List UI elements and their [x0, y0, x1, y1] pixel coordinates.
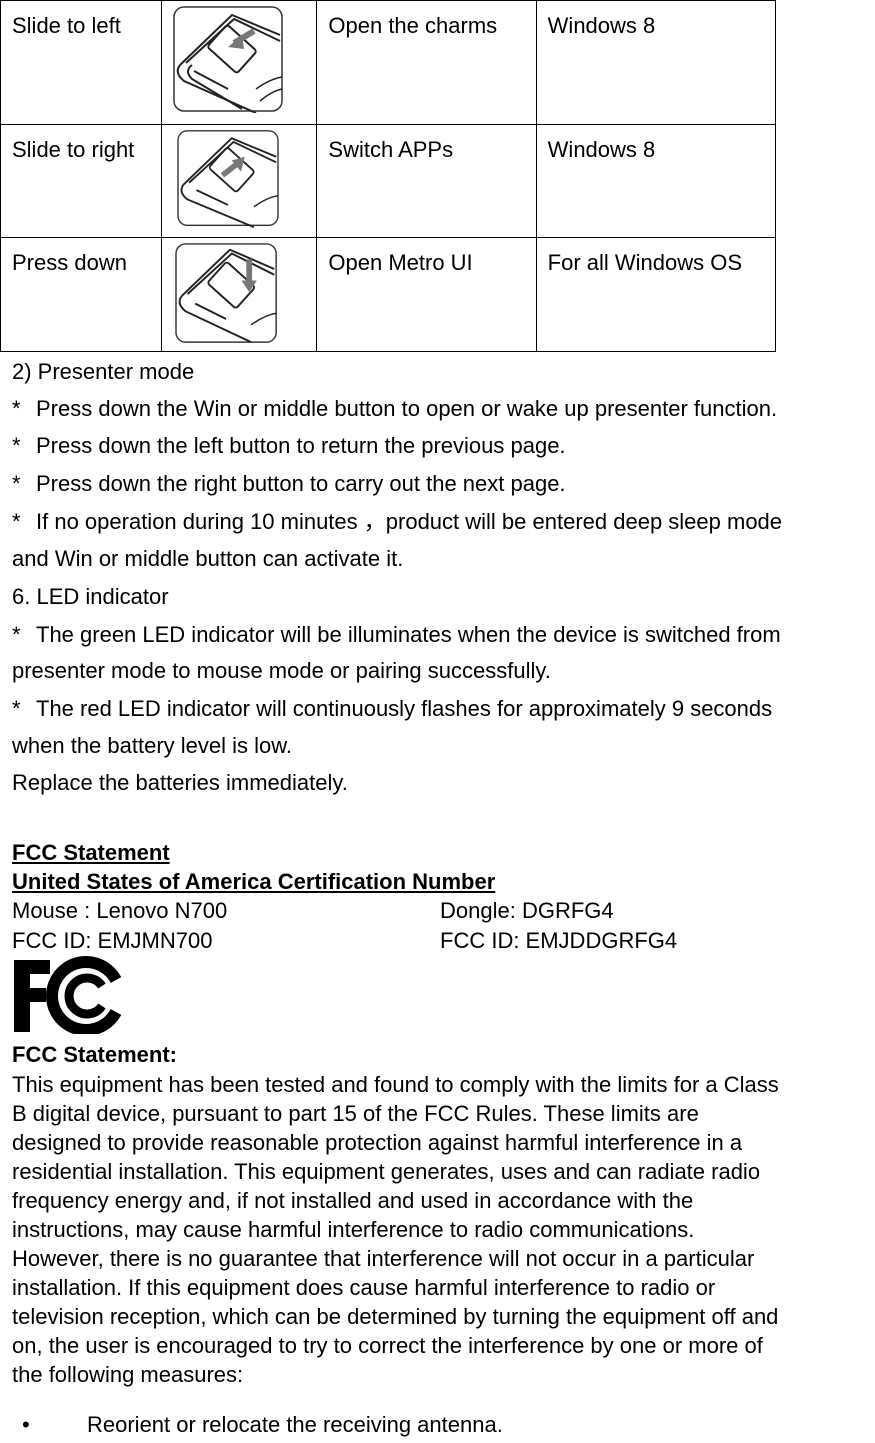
measure-item: Reorient or relocate the receiving anten…	[87, 1412, 503, 1437]
statement-line: designed to provide reasonable protectio…	[12, 1130, 743, 1155]
os-cell: For all Windows OS	[535, 237, 777, 352]
statement-line: on, the user is encouraged to try to cor…	[12, 1333, 763, 1358]
table-row: Slide to right Switch APPs Windows 8	[0, 124, 777, 238]
fcc-title: FCC Statement	[12, 840, 170, 865]
presenter-item: * Press down the Win or middle button to …	[12, 390, 777, 427]
gesture-cell: Slide to right	[0, 124, 163, 238]
presenter-item: * Press down the left button to return th…	[12, 427, 566, 464]
asterisk-bullet-icon: *	[12, 622, 21, 647]
asterisk-bullet-icon: *	[12, 509, 21, 534]
gesture-image-cell	[161, 124, 318, 238]
led-item-continuation: when the battery level is low.	[12, 733, 293, 758]
mouse-slide-left-icon	[173, 6, 283, 113]
asterisk-bullet-icon: *	[12, 396, 21, 421]
os-cell: Windows 8	[535, 124, 777, 238]
asterisk-bullet-icon: *	[12, 471, 21, 496]
asterisk-bullet-icon: *	[12, 696, 21, 721]
action-cell: Open the charms	[316, 0, 537, 125]
gesture-table: Slide to left Open the charms Windows 8 …	[0, 0, 777, 352]
asterisk-bullet-icon: *	[12, 433, 21, 458]
mouse-slide-right-icon	[177, 130, 279, 229]
gesture-image-cell	[161, 237, 318, 352]
dongle-model: Dongle: DGRFG4	[440, 898, 614, 923]
led-heading: 6. LED indicator	[12, 584, 169, 609]
statement-line: the following measures:	[12, 1362, 244, 1387]
statement-line: residential installation. This equipment…	[12, 1159, 761, 1184]
led-item: * The green LED indicator will be illumin…	[12, 616, 781, 653]
statement-line: installation. If this equipment does cau…	[12, 1275, 716, 1300]
dongle-fcc-id: FCC ID: EMJDDGRFG4	[440, 928, 678, 953]
mouse-model: Mouse : Lenovo N700	[12, 898, 228, 923]
fcc-statement-heading: FCC Statement:	[12, 1042, 178, 1067]
os-cell: Windows 8	[535, 0, 777, 125]
mouse-press-down-icon	[175, 243, 278, 344]
statement-line: television reception, which can be deter…	[12, 1304, 779, 1329]
led-replace-note: Replace the batteries immediately.	[12, 770, 348, 795]
statement-line: However, there is no guarantee that inte…	[12, 1246, 755, 1271]
action-cell: Open Metro UI	[316, 237, 537, 352]
fcc-logo-icon	[14, 956, 122, 1034]
presenter-heading: 2) Presenter mode	[12, 359, 195, 384]
statement-line: instructions, may cause harmful interfer…	[12, 1217, 695, 1242]
mouse-fcc-id: FCC ID: EMJMN700	[12, 928, 213, 953]
led-item-continuation: presenter mode to mouse mode or pairing …	[12, 658, 551, 683]
statement-line: This equipment has been tested and found…	[12, 1072, 779, 1097]
presenter-continuation: and Win or middle button can activate it…	[12, 546, 404, 571]
statement-line: frequency energy and, if not installed a…	[12, 1188, 694, 1213]
statement-line: B digital device, pursuant to part 15 of…	[12, 1101, 699, 1126]
presenter-item: * If no operation during 10 minutes ，prod…	[12, 503, 782, 540]
gesture-cell: Press down	[0, 237, 163, 352]
gesture-image-cell	[161, 0, 318, 125]
led-item: * The red LED indicator will continuously…	[12, 690, 772, 727]
action-cell: Switch APPs	[316, 124, 537, 238]
bullet-icon: •	[22, 1412, 30, 1437]
fcc-cert-title: United States of America Certification N…	[12, 869, 496, 894]
gesture-cell: Slide to left	[0, 0, 163, 125]
table-row: Slide to left Open the charms Windows 8	[0, 0, 777, 125]
presenter-item: * Press down the right button to carry ou…	[12, 465, 566, 502]
table-row: Press down Open Metro UI For all Windows…	[0, 237, 777, 352]
fcc-statement-body: This equipment has been tested and found…	[12, 1070, 875, 1389]
